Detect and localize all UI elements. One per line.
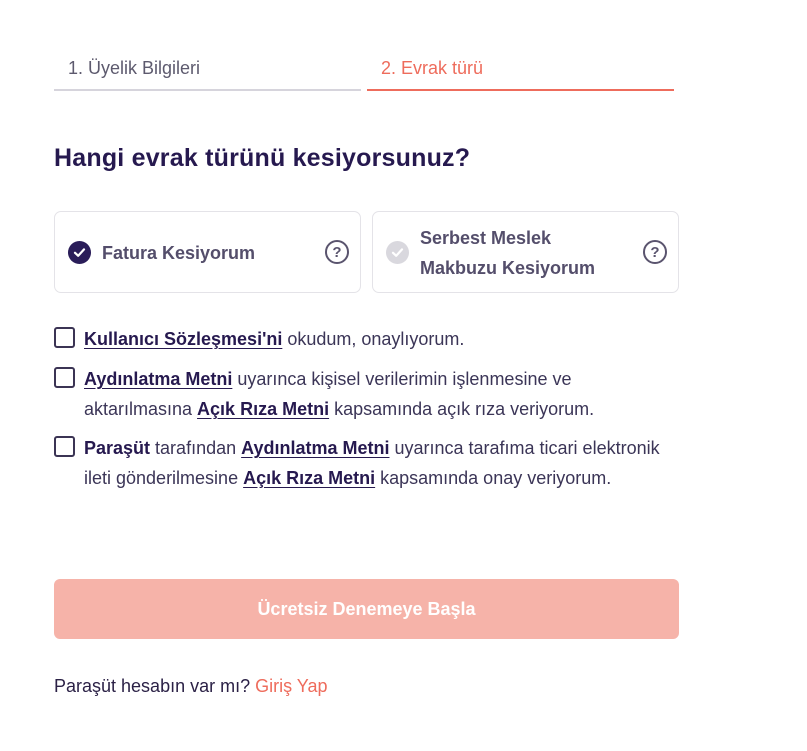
- explicit-consent-link[interactable]: Açık Rıza Metni: [197, 399, 329, 419]
- help-icon[interactable]: ?: [325, 240, 349, 264]
- user-agreement-link[interactable]: Kullanıcı Sözleşmesi'ni: [84, 329, 282, 349]
- step-progress: 1. Üyelik Bilgileri 2. Evrak türü: [54, 48, 674, 91]
- consent-text: Kullanıcı Sözleşmesi'ni okudum, onaylıyo…: [84, 329, 465, 349]
- consent-text: Aydınlatma Metni uyarınca kişisel verile…: [84, 369, 595, 419]
- user-agreement-checkbox[interactable]: [54, 327, 75, 348]
- login-link[interactable]: Giriş Yap: [255, 676, 327, 696]
- page-title: Hangi evrak türünü kesiyorsunuz?: [54, 144, 471, 172]
- option-invoice[interactable]: Fatura Kesiyorum ?: [54, 211, 361, 293]
- check-circle-icon: [68, 241, 91, 264]
- step-document-type[interactable]: 2. Evrak türü: [367, 48, 674, 91]
- option-freelance-receipt[interactable]: Serbest Meslek Makbuzu Kesiyorum ?: [372, 211, 679, 293]
- option-freelance-receipt-label: Serbest Meslek Makbuzu Kesiyorum: [420, 228, 596, 278]
- help-icon[interactable]: ?: [643, 240, 667, 264]
- option-invoice-label: Fatura Kesiyorum: [102, 243, 256, 263]
- commercial-messages-checkbox[interactable]: [54, 436, 75, 457]
- consent-text: Paraşüt tarafından Aydınlatma Metni uyar…: [84, 438, 660, 488]
- start-free-trial-button[interactable]: Ücretsiz Denemeye Başla: [54, 579, 679, 639]
- explicit-consent-link[interactable]: Açık Rıza Metni: [243, 468, 375, 488]
- check-circle-icon: [386, 241, 409, 264]
- privacy-notice-link[interactable]: Aydınlatma Metni: [84, 369, 232, 389]
- login-question: Paraşüt hesabın var mı?: [54, 676, 256, 696]
- privacy-consent-checkbox[interactable]: [54, 367, 75, 388]
- brand-name: Paraşüt: [84, 438, 151, 458]
- step-membership-info[interactable]: 1. Üyelik Bilgileri: [54, 48, 361, 91]
- login-prompt: Paraşüt hesabın var mı? Giriş Yap: [54, 672, 327, 700]
- privacy-notice-link[interactable]: Aydınlatma Metni: [241, 438, 389, 458]
